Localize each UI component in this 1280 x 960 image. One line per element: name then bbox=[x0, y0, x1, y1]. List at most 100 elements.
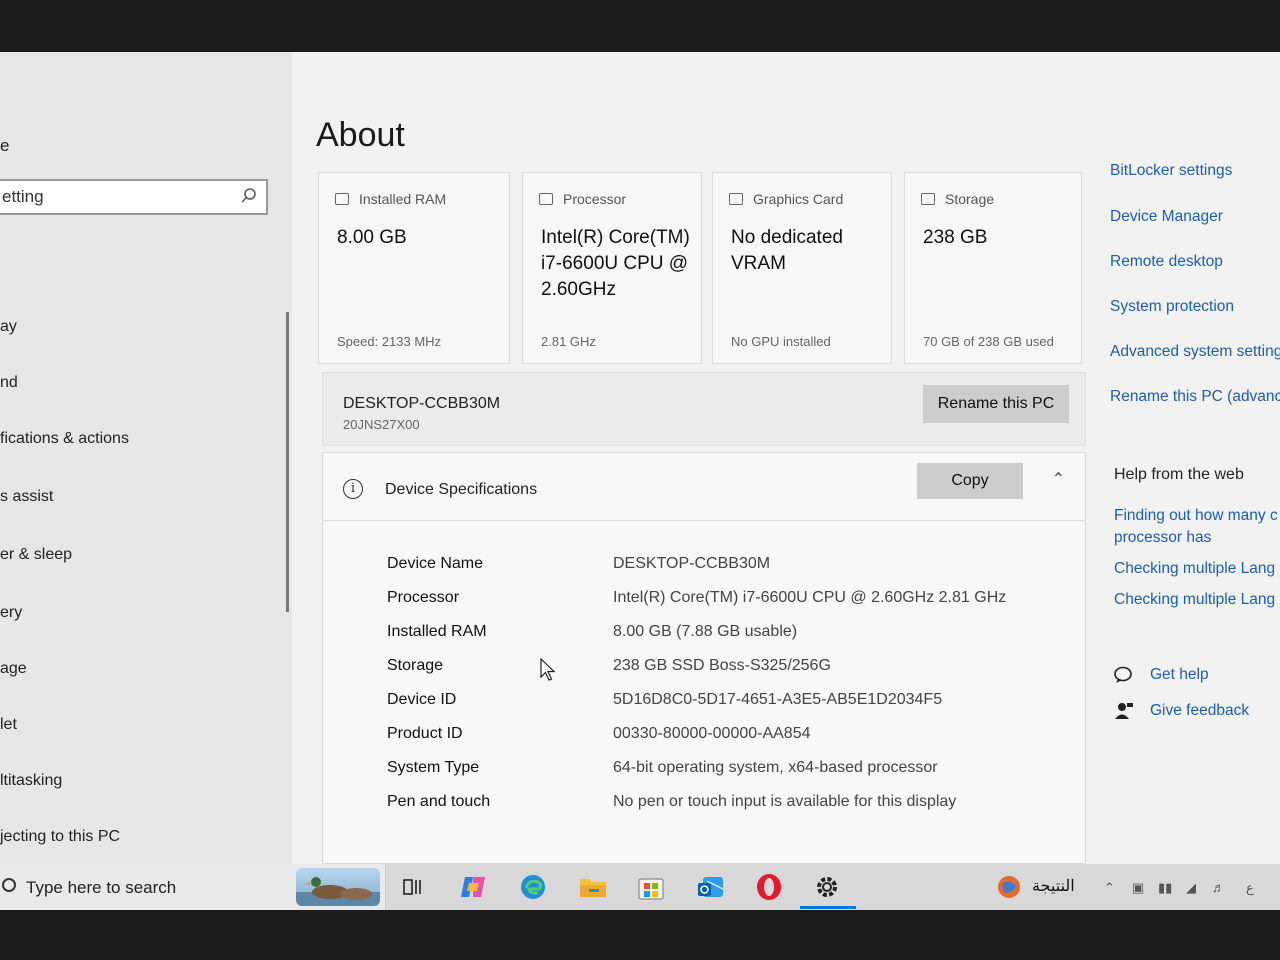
link-remote-desktop[interactable]: Remote desktop bbox=[1110, 253, 1223, 271]
info-icon: i bbox=[343, 479, 363, 499]
search-icon[interactable] bbox=[240, 187, 258, 205]
wifi-icon[interactable]: ◢ bbox=[1186, 880, 1196, 896]
active-app-indicator bbox=[800, 906, 856, 909]
card-graphics: Graphics Card No dedicated VRAM No GPU i… bbox=[712, 172, 892, 364]
link-system-protection[interactable]: System protection bbox=[1110, 298, 1234, 316]
card-head-label: Graphics Card bbox=[753, 191, 844, 207]
storage-icon bbox=[921, 193, 935, 205]
copilot-icon[interactable] bbox=[458, 872, 488, 902]
help-link-languages-2[interactable]: Checking multiple Lang bbox=[1114, 591, 1275, 609]
pc-name: DESKTOP-CCBB30M bbox=[343, 395, 501, 412]
nav-item-display[interactable]: ay bbox=[0, 318, 17, 336]
help-heading: Help from the web bbox=[1114, 466, 1244, 483]
link-bitlocker-settings[interactable]: BitLocker settings bbox=[1110, 162, 1232, 180]
page-title: About bbox=[316, 116, 405, 154]
search-icon bbox=[2, 878, 16, 892]
edge-icon[interactable] bbox=[518, 872, 548, 902]
sidebar: e ay nd fications & actions s assist er … bbox=[0, 52, 292, 864]
spec-label: System Type bbox=[387, 759, 480, 776]
spec-label: Storage bbox=[387, 657, 444, 674]
rename-pc-button[interactable]: Rename this PC bbox=[923, 385, 1069, 423]
graphics-card-icon bbox=[729, 193, 743, 205]
get-help-link[interactable]: Get help bbox=[1114, 666, 1209, 684]
file-explorer-icon[interactable] bbox=[578, 872, 608, 902]
spec-row: Device Name DESKTOP-CCBB30M bbox=[387, 555, 1047, 579]
spec-row: Storage 238 GB SSD Boss-S325/256G bbox=[387, 657, 1047, 681]
nav-item-power-sleep[interactable]: er & sleep bbox=[0, 546, 72, 564]
spec-label: Installed RAM bbox=[387, 623, 487, 640]
mouse-cursor-icon bbox=[540, 658, 556, 681]
taskbar: Type here to search النتيجة ⌃ ▣ ▮▮ ◢ ♬ ع bbox=[0, 864, 1280, 910]
opera-icon[interactable] bbox=[754, 872, 784, 902]
nav-item-focus-assist[interactable]: s assist bbox=[0, 488, 53, 506]
spec-row: Installed RAM 8.00 GB (7.88 GB usable) bbox=[387, 623, 1047, 647]
nav-item-sound[interactable]: nd bbox=[0, 374, 18, 392]
card-head-label: Storage bbox=[945, 191, 995, 207]
spec-row: Device ID 5D16D8C0-5D17-4651-A3E5-AB5E1D… bbox=[387, 691, 1047, 715]
settings-icon[interactable] bbox=[812, 872, 842, 902]
outlook-icon[interactable] bbox=[696, 872, 726, 902]
taskbar-search[interactable]: Type here to search bbox=[0, 864, 386, 910]
settings-search-box[interactable] bbox=[0, 179, 268, 215]
input-indicator-icon[interactable]: ع bbox=[1246, 880, 1254, 896]
pc-name-row: DESKTOP-CCBB30M 20JNS27X00 Rename this P… bbox=[322, 372, 1086, 446]
get-help-label[interactable]: Get help bbox=[1150, 666, 1209, 684]
copy-button[interactable]: Copy bbox=[917, 463, 1023, 499]
spec-value: 238 GB SSD Boss-S325/256G bbox=[613, 657, 831, 674]
card-storage: Storage 238 GB 70 GB of 238 GB used bbox=[904, 172, 1082, 364]
spec-value: 5D16D8C0-5D17-4651-A3E5-AB5E1D2034F5 bbox=[613, 691, 943, 708]
spec-value: No pen or touch input is available for t… bbox=[613, 793, 957, 810]
settings-search-input[interactable] bbox=[0, 181, 222, 213]
task-view-icon[interactable] bbox=[398, 872, 428, 902]
specs-header[interactable]: i Device Specifications Copy ⌃ bbox=[323, 453, 1085, 521]
link-device-manager[interactable]: Device Manager bbox=[1110, 208, 1223, 226]
card-processor: Processor Intel(R) Core(TM) i7-6600U CPU… bbox=[522, 172, 702, 364]
card-value: No dedicated VRAM bbox=[731, 227, 843, 274]
taskbar-search-placeholder[interactable]: Type here to search bbox=[26, 878, 176, 898]
card-head-label: Installed RAM bbox=[359, 191, 447, 207]
card-sub: No GPU installed bbox=[731, 334, 831, 349]
chevron-up-icon[interactable]: ⌃ bbox=[1052, 469, 1065, 489]
search-highlight-image[interactable] bbox=[296, 868, 380, 906]
nav-item-battery[interactable]: ery bbox=[0, 604, 22, 622]
spec-row: Processor Intel(R) Core(TM) i7-6600U CPU… bbox=[387, 589, 1047, 613]
spec-value: DESKTOP-CCBB30M bbox=[613, 555, 771, 572]
meet-now-icon[interactable]: ▣ bbox=[1132, 880, 1144, 896]
chat-help-icon bbox=[1114, 666, 1132, 683]
nav-item-projecting[interactable]: jecting to this PC bbox=[0, 828, 120, 846]
nav-item-tablet[interactable]: let bbox=[0, 716, 17, 734]
spec-value: Intel(R) Core(TM) i7-6600U CPU @ 2.60GHz… bbox=[613, 589, 1007, 606]
pc-model: 20JNS27X00 bbox=[343, 417, 420, 432]
volume-icon[interactable]: ♬ bbox=[1212, 880, 1225, 895]
weather-icon[interactable] bbox=[994, 872, 1024, 902]
card-installed-ram: Installed RAM 8.00 GB Speed: 2133 MHz bbox=[318, 172, 510, 364]
store-icon[interactable] bbox=[636, 872, 666, 902]
battery-icon[interactable]: ▮▮ bbox=[1158, 880, 1172, 896]
specs-title: Device Specifications bbox=[385, 481, 538, 498]
chevron-up-icon[interactable]: ⌃ bbox=[1104, 880, 1115, 896]
sidebar-scrollbar[interactable] bbox=[286, 312, 289, 612]
give-feedback-link[interactable]: Give feedback bbox=[1114, 702, 1249, 720]
help-link-processor-cont[interactable]: processor has bbox=[1114, 529, 1211, 547]
ram-icon bbox=[335, 193, 349, 205]
spec-label: Device ID bbox=[387, 691, 457, 708]
nav-item-storage[interactable]: age bbox=[0, 660, 27, 678]
give-feedback-label[interactable]: Give feedback bbox=[1150, 702, 1249, 720]
help-link-processor[interactable]: Finding out how many c bbox=[1114, 507, 1278, 525]
weather-text[interactable]: النتيجة bbox=[1032, 876, 1075, 896]
settings-window: e ay nd fications & actions s assist er … bbox=[0, 52, 1280, 910]
nav-item-multitasking[interactable]: ltitasking bbox=[0, 772, 62, 790]
link-rename-pc-advanced[interactable]: Rename this PC (advanc bbox=[1110, 388, 1280, 406]
spec-label: Processor bbox=[387, 589, 460, 606]
spec-row: Product ID 00330-80000-00000-AA854 bbox=[387, 725, 1047, 749]
processor-icon bbox=[539, 193, 553, 205]
main-content: About Installed RAM 8.00 GB Speed: 2133 … bbox=[292, 52, 1102, 864]
spec-row: System Type 64-bit operating system, x64… bbox=[387, 759, 1047, 783]
link-advanced-system-settings[interactable]: Advanced system setting bbox=[1110, 343, 1280, 361]
help-link-languages[interactable]: Checking multiple Lang bbox=[1114, 560, 1275, 578]
spec-label: Product ID bbox=[387, 725, 463, 742]
spec-label: Pen and touch bbox=[387, 793, 491, 810]
nav-item-notifications[interactable]: fications & actions bbox=[0, 430, 129, 448]
card-value: 238 GB bbox=[923, 227, 988, 248]
card-head-label: Processor bbox=[563, 191, 627, 207]
